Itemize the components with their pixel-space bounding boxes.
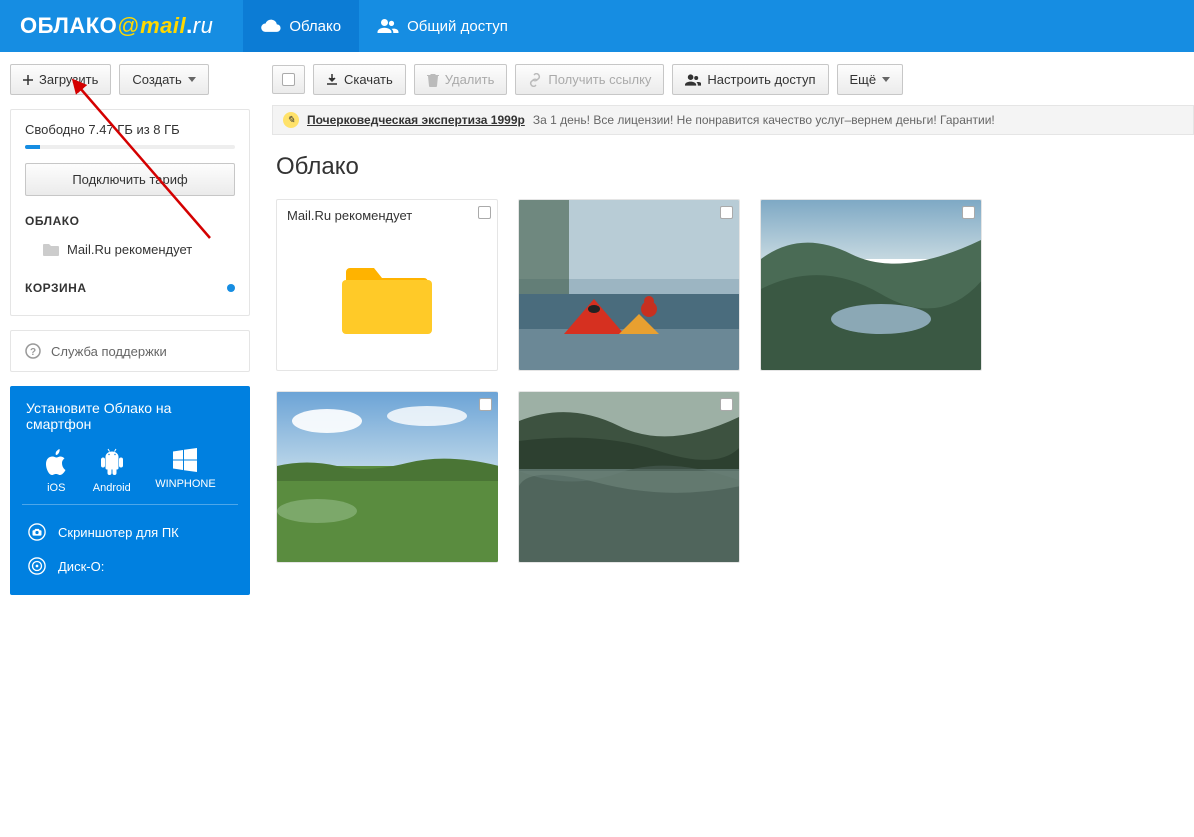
sidebar: Загрузить Создать Свободно 7.47 ГБ из 8 … (0, 52, 260, 607)
main-content: Скачать Удалить Получить ссылку Настроит… (260, 52, 1194, 607)
blue-dot-icon (227, 284, 235, 292)
create-button-label: Создать (132, 72, 181, 87)
app-header: ОБЛАКО@mail.ru Облако Общий доступ (0, 0, 1194, 52)
grid-photo-item[interactable] (276, 391, 498, 563)
section-cloud-title[interactable]: ОБЛАКО (25, 214, 235, 228)
grid-folder-item[interactable]: Mail.Ru рекомендует (276, 199, 498, 371)
connect-tariff-button[interactable]: Подключить тариф (25, 163, 235, 196)
ad-text: За 1 день! Все лицензии! Не понравится к… (533, 113, 995, 127)
disk-icon (28, 557, 46, 575)
platform-winphone[interactable]: WINPHONE (155, 448, 216, 494)
disko-label: Диск-О: (58, 559, 104, 574)
trash-icon (427, 73, 439, 87)
tree-item-recommends[interactable]: Mail.Ru рекомендует (25, 236, 235, 263)
logo-dot: . (186, 13, 193, 38)
page-title: Облако (272, 135, 1194, 195)
folder-label: Mail.Ru рекомендует (277, 200, 497, 231)
ad-link[interactable]: Почерковедческая экспертиза 1999р (307, 113, 525, 127)
cloud-icon (261, 19, 281, 33)
promo-title: Установите Облако на смартфон (10, 386, 250, 442)
link-icon (528, 73, 542, 87)
support-link[interactable]: ? Служба поддержки (10, 330, 250, 372)
section-trash-title[interactable]: КОРЗИНА (25, 281, 235, 295)
platform-winphone-label: WINPHONE (155, 478, 216, 490)
ad-banner[interactable]: ✎ Почерковедческая экспертиза 1999р За 1… (272, 105, 1194, 135)
download-icon (326, 74, 338, 86)
promo-box: Установите Облако на смартфон iOS Androi… (10, 386, 250, 595)
photo-thumbnail (519, 200, 740, 370)
camera-icon (28, 523, 46, 541)
android-icon (100, 448, 124, 476)
create-button[interactable]: Создать (119, 64, 208, 95)
logo-mail: mail (140, 13, 186, 38)
item-checkbox[interactable] (478, 206, 491, 219)
grid-photo-item[interactable] (518, 391, 740, 563)
chevron-down-icon (188, 77, 196, 83)
ad-icon: ✎ (283, 112, 299, 128)
screenshoter-label: Скриншотер для ПК (58, 525, 179, 540)
disko-link[interactable]: Диск-О: (26, 549, 234, 583)
plus-icon (23, 75, 33, 85)
logo-ru: ru (193, 13, 214, 38)
storage-text: Свободно 7.47 ГБ из 8 ГБ (25, 122, 235, 137)
photo-thumbnail (761, 200, 982, 370)
logo-oblako: ОБЛАКО (20, 13, 117, 38)
download-button[interactable]: Скачать (313, 64, 406, 95)
support-label: Служба поддержки (51, 344, 167, 359)
people-icon (377, 19, 399, 33)
share-button[interactable]: Настроить доступ (672, 64, 828, 95)
logo[interactable]: ОБЛАКО@mail.ru (0, 13, 233, 39)
platform-ios[interactable]: iOS (44, 448, 68, 494)
item-checkbox[interactable] (720, 398, 733, 411)
get-link-button[interactable]: Получить ссылку (515, 64, 664, 95)
help-icon: ? (25, 343, 41, 359)
photo-thumbnail (519, 392, 740, 562)
platform-android-label: Android (93, 482, 131, 494)
photo-thumbnail (277, 392, 498, 562)
platform-ios-label: iOS (47, 482, 65, 494)
nav-cloud-label: Облако (289, 18, 341, 35)
folder-icon (43, 244, 59, 256)
delete-button[interactable]: Удалить (414, 64, 508, 95)
nav-shared[interactable]: Общий доступ (359, 0, 526, 52)
apple-icon (44, 448, 68, 476)
item-checkbox[interactable] (962, 206, 975, 219)
upload-button-label: Загрузить (39, 72, 98, 87)
header-nav: Облако Общий доступ (243, 0, 526, 52)
item-checkbox[interactable] (720, 206, 733, 219)
toolbar: Скачать Удалить Получить ссылку Настроит… (272, 64, 1194, 95)
svg-text:?: ? (30, 347, 36, 358)
upload-button[interactable]: Загрузить (10, 64, 111, 95)
tree-item-label: Mail.Ru рекомендует (67, 242, 192, 257)
grid-photo-item[interactable] (760, 199, 982, 371)
storage-progress (25, 145, 235, 149)
logo-at: @ (117, 13, 140, 38)
grid-photo-item[interactable] (518, 199, 740, 371)
select-all-input[interactable] (282, 73, 295, 86)
windows-icon (173, 448, 197, 472)
chevron-down-icon (882, 77, 890, 83)
get-link-label: Получить ссылку (548, 72, 651, 87)
item-checkbox[interactable] (479, 398, 492, 411)
delete-label: Удалить (445, 72, 495, 87)
download-label: Скачать (344, 72, 393, 87)
nav-cloud[interactable]: Облако (243, 0, 359, 52)
nav-shared-label: Общий доступ (407, 18, 508, 35)
storage-box: Свободно 7.47 ГБ из 8 ГБ Подключить тари… (10, 109, 250, 316)
share-label: Настроить доступ (707, 72, 815, 87)
people-icon (685, 74, 701, 86)
folder-icon (342, 264, 432, 338)
screenshoter-link[interactable]: Скриншотер для ПК (26, 515, 234, 549)
select-all-checkbox[interactable] (272, 65, 305, 94)
platform-android[interactable]: Android (93, 448, 131, 494)
more-button[interactable]: Ещё (837, 64, 904, 95)
more-label: Ещё (850, 72, 877, 87)
file-grid: Mail.Ru рекомендует (272, 195, 1194, 567)
